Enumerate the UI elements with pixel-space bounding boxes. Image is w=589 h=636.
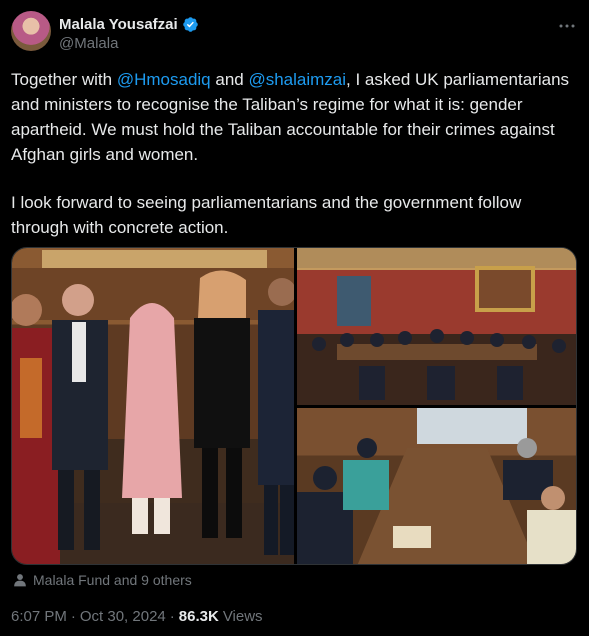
mention-link[interactable]: @Hmosadiq <box>117 70 211 89</box>
photo-group-standing[interactable] <box>12 248 294 564</box>
views-count[interactable]: 86.3K <box>179 608 219 625</box>
tweet-paragraph-2: I look forward to seeing parliamentarian… <box>11 193 522 237</box>
photo-table-meeting[interactable] <box>297 408 576 564</box>
tweet-date[interactable]: Oct 30, 2024 <box>80 608 166 625</box>
tagged-people[interactable]: Malala Fund and 9 others <box>13 570 192 590</box>
tweet-header: Malala Yousafzai @Malala <box>11 11 578 55</box>
tweet-time[interactable]: 6:07 PM <box>11 608 67 625</box>
separator: · <box>70 607 76 625</box>
verified-badge-icon <box>182 16 198 32</box>
author-name-row[interactable]: Malala Yousafzai <box>59 14 199 34</box>
photo-table-meeting-art <box>297 408 576 564</box>
tweet-text: Together with @Hmosadiq and @shalaimzai,… <box>11 67 571 240</box>
display-name[interactable]: Malala Yousafzai <box>59 16 178 33</box>
media-grid <box>11 247 577 565</box>
photo-group-standing-art <box>12 250 294 564</box>
mention-link[interactable]: @shalaimzai <box>248 70 346 89</box>
avatar[interactable] <box>11 11 51 51</box>
person-icon <box>14 574 26 587</box>
tweet-paragraph-1: Together with @Hmosadiq and @shalaimzai,… <box>11 67 571 167</box>
tweet-meta: 6:07 PM · Oct 30, 2024 · 86.3K Views <box>11 606 263 626</box>
more-options-icon[interactable] <box>556 15 578 37</box>
text-fragment: and <box>210 70 249 89</box>
photo-meeting-room-art <box>297 248 576 405</box>
photo-meeting-room[interactable] <box>297 248 576 405</box>
separator: · <box>169 607 175 625</box>
text-fragment: Together with <box>11 70 117 89</box>
handle[interactable]: @Malala <box>59 35 118 52</box>
tagged-people-text[interactable]: Malala Fund and 9 others <box>33 572 192 588</box>
views-label: Views <box>222 607 263 625</box>
